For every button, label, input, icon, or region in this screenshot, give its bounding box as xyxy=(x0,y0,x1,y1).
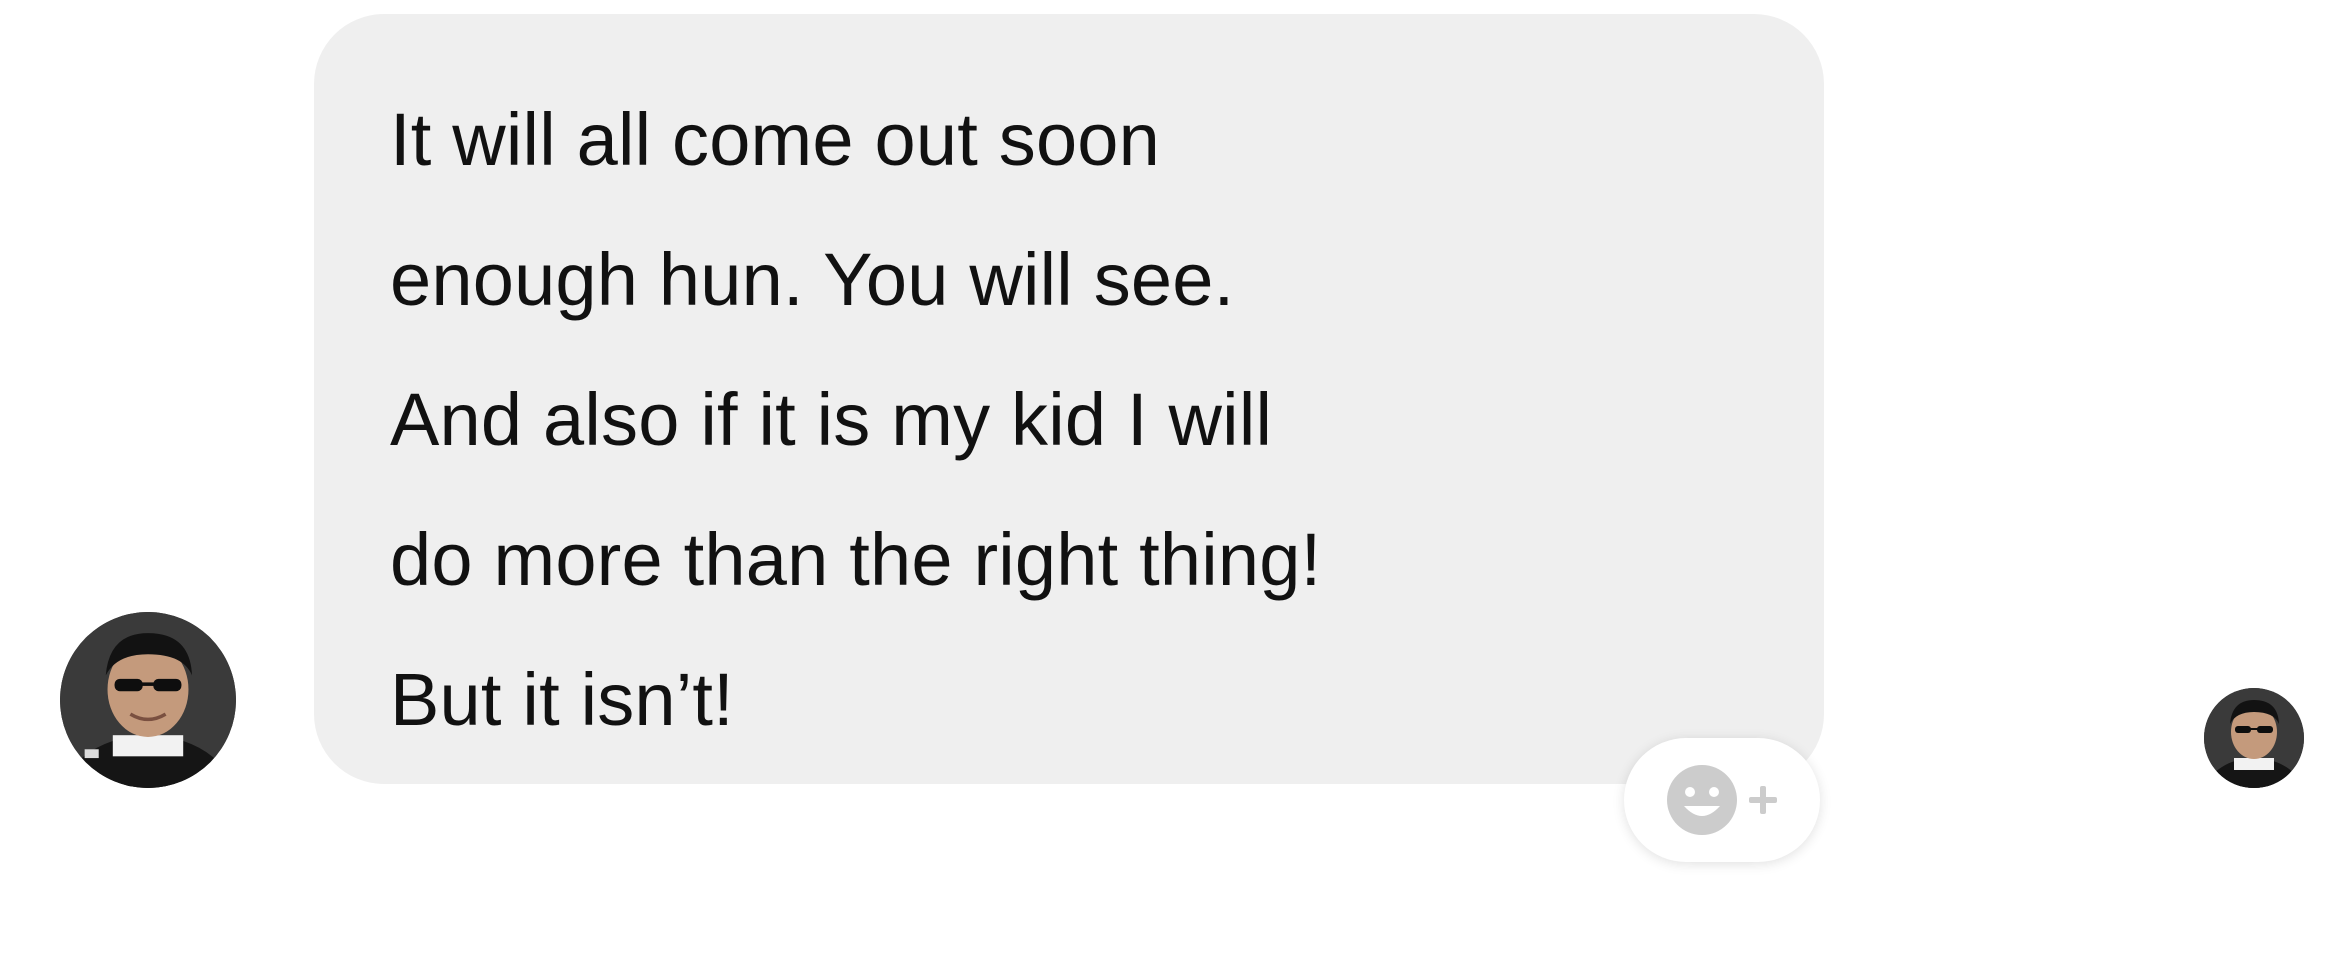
message-line: It will all come out soon xyxy=(390,98,1161,181)
add-reaction-button[interactable] xyxy=(1624,738,1820,862)
chat-thread: It will all come out soon enough hun. Yo… xyxy=(0,0,2328,968)
read-receipt-avatar xyxy=(2204,688,2304,788)
message-line: And also if it is my kid I will xyxy=(390,378,1273,461)
message-line: enough hun. You will see. xyxy=(390,238,1235,321)
sender-avatar[interactable] xyxy=(60,612,236,788)
profile-photo-icon xyxy=(60,612,236,788)
profile-photo-icon xyxy=(2204,688,2304,788)
message-line: But it isn’t! xyxy=(390,658,734,741)
plus-icon xyxy=(1749,786,1777,814)
message-line: do more than the right thing! xyxy=(390,518,1322,601)
smiley-icon xyxy=(1667,765,1737,835)
message-bubble[interactable]: It will all come out soon enough hun. Yo… xyxy=(314,14,1824,784)
message-text: It will all come out soon enough hun. Yo… xyxy=(390,70,1764,770)
